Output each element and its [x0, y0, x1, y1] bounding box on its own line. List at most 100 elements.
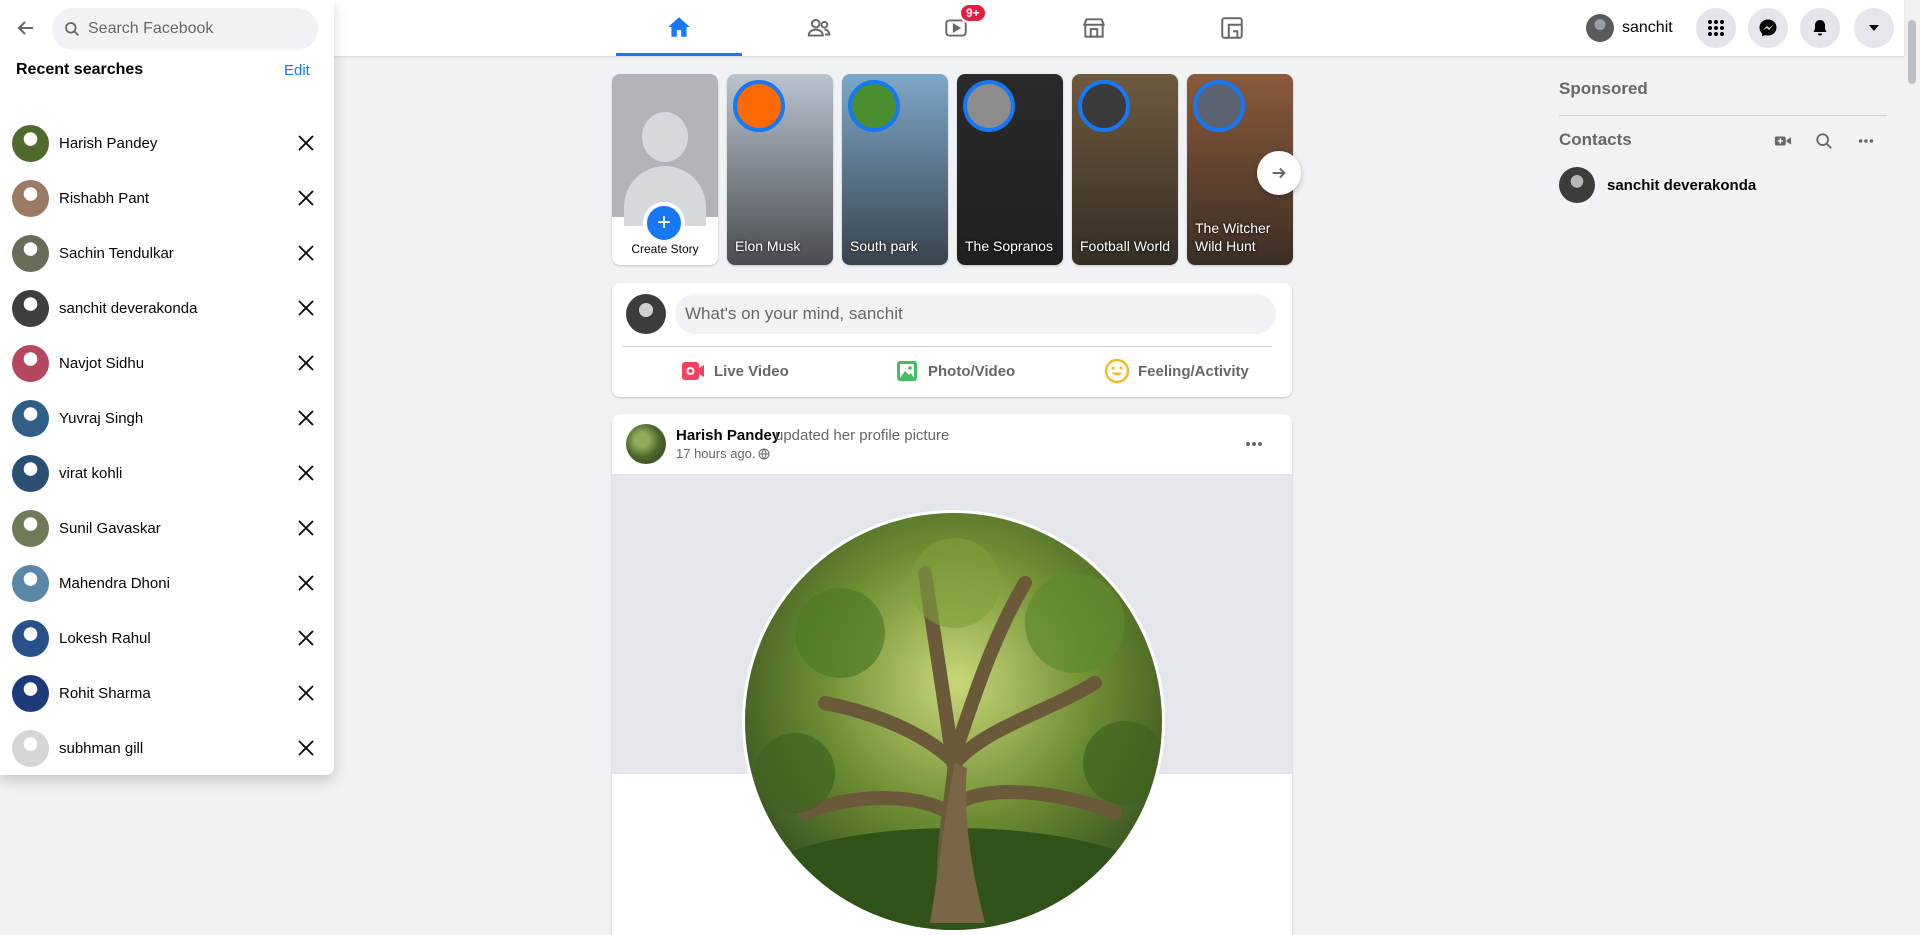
story-card[interactable]: The Sopranos — [957, 74, 1063, 265]
recent-search-name: Sunil Gavaskar — [59, 520, 161, 537]
grid-menu-icon — [1708, 20, 1724, 36]
tab-home[interactable] — [616, 0, 742, 56]
recent-searches-heading: Recent searches — [16, 61, 144, 78]
search-dropdown: Recent searches Edit Harish Pandey Rishab… — [0, 0, 334, 775]
create-story-placeholder — [612, 74, 718, 226]
messenger-button[interactable] — [1748, 8, 1788, 48]
avatar — [12, 345, 49, 382]
recent-search-name: Mahendra Dhoni — [59, 575, 170, 592]
close-icon — [298, 685, 314, 701]
post-options-button[interactable] — [1238, 428, 1270, 460]
photo-icon — [897, 361, 917, 381]
post-composer: What's on your mind, sanchit Live Video … — [612, 283, 1292, 397]
tab-gaming[interactable] — [1169, 0, 1295, 56]
recent-search-item[interactable]: Navjot Sidhu — [0, 336, 334, 391]
page-scrollbar[interactable] — [1904, 0, 1920, 935]
menu-button[interactable] — [1696, 8, 1736, 48]
remove-recent-button[interactable] — [292, 569, 320, 597]
live-video-button[interactable]: Live Video — [680, 355, 789, 387]
recent-search-item[interactable]: Lokesh Rahul — [0, 611, 334, 666]
close-icon — [298, 630, 314, 646]
search-field[interactable] — [52, 8, 318, 50]
story-label: The Sopranos — [965, 238, 1053, 254]
recent-search-item[interactable]: Sachin Tendulkar — [0, 226, 334, 281]
more-horizontal-icon — [1246, 442, 1262, 446]
profile-picture-image[interactable] — [742, 510, 1165, 933]
recent-search-name: Harish Pandey — [59, 135, 158, 152]
remove-recent-button[interactable] — [292, 184, 320, 212]
avatar[interactable] — [626, 294, 666, 334]
search-icon — [1816, 133, 1832, 149]
friends-icon — [807, 18, 831, 37]
story-card[interactable]: Football World — [1072, 74, 1178, 265]
remove-recent-button[interactable] — [292, 404, 320, 432]
post-timestamp[interactable]: 17 hours ago. — [676, 446, 770, 461]
placeholder-head — [642, 112, 688, 162]
avatar[interactable] — [626, 424, 666, 464]
recent-search-item[interactable]: Rohit Sharma — [0, 666, 334, 721]
live-video-label: Live Video — [714, 362, 789, 380]
story-card[interactable]: Elon Musk — [727, 74, 833, 265]
watch-notification-badge: 9+ — [959, 3, 987, 23]
search-contacts-button[interactable] — [1810, 127, 1838, 155]
avatar — [12, 620, 49, 657]
tab-watch[interactable]: 9+ — [893, 0, 1019, 56]
contact-name: sanchit deverakonda — [1607, 176, 1757, 194]
remove-recent-button[interactable] — [292, 349, 320, 377]
story-card[interactable]: South park — [842, 74, 948, 265]
recent-search-name: Sachin Tendulkar — [59, 245, 174, 262]
recent-search-item[interactable]: subhman gill — [0, 721, 334, 776]
home-icon — [668, 16, 690, 37]
edit-recent-link[interactable]: Edit — [284, 62, 310, 79]
live-video-icon — [682, 362, 704, 380]
contact-item[interactable]: sanchit deverakonda — [1552, 164, 1888, 206]
post-author[interactable]: Harish Pandey — [676, 427, 780, 444]
profile-chip[interactable]: sanchit — [1582, 10, 1681, 46]
remove-recent-button[interactable] — [292, 239, 320, 267]
remove-recent-button[interactable] — [292, 679, 320, 707]
recent-search-item[interactable]: Harish Pandey — [0, 116, 334, 171]
create-story-card[interactable]: + Create Story — [612, 74, 718, 265]
feed-post: Harish Pandey updated her profile pictur… — [612, 414, 1292, 935]
avatar — [12, 125, 49, 162]
close-icon — [298, 410, 314, 426]
scrollbar-thumb[interactable] — [1908, 20, 1916, 84]
recent-search-item[interactable]: Mahendra Dhoni — [0, 556, 334, 611]
gaming-icon — [1221, 17, 1243, 39]
back-button[interactable] — [10, 12, 42, 44]
more-horizontal-icon — [1858, 139, 1874, 143]
messenger-icon — [1759, 19, 1777, 37]
stories-next-button[interactable] — [1257, 151, 1301, 195]
story-label: Football World — [1080, 238, 1171, 254]
avatar — [12, 180, 49, 217]
remove-recent-button[interactable] — [292, 294, 320, 322]
feeling-activity-button[interactable]: Feeling/Activity — [1104, 355, 1249, 387]
remove-recent-button[interactable] — [292, 624, 320, 652]
notifications-button[interactable] — [1800, 8, 1840, 48]
search-input[interactable] — [88, 20, 288, 38]
remove-recent-button[interactable] — [292, 734, 320, 762]
recent-search-item[interactable]: Sunil Gavaskar — [0, 501, 334, 556]
account-menu-button[interactable] — [1854, 8, 1894, 48]
post-time-text: 17 hours ago. — [676, 446, 756, 461]
remove-recent-button[interactable] — [292, 514, 320, 542]
recent-search-item[interactable]: Rishabh Pant — [0, 171, 334, 226]
tab-friends[interactable] — [756, 0, 882, 56]
tab-marketplace[interactable] — [1031, 0, 1157, 56]
contacts-options-button[interactable] — [1852, 127, 1880, 155]
remove-recent-button[interactable] — [292, 129, 320, 157]
recent-search-item[interactable]: sanchit deverakonda — [0, 281, 334, 336]
composer-input[interactable]: What's on your mind, sanchit — [675, 294, 1276, 334]
globe-icon — [758, 448, 770, 460]
photo-video-label: Photo/Video — [928, 362, 1016, 380]
remove-recent-button[interactable] — [292, 459, 320, 487]
profile-chip-name: sanchit — [1622, 19, 1673, 36]
arrow-right-icon — [1272, 167, 1286, 179]
new-room-button[interactable] — [1769, 127, 1797, 155]
recent-search-item[interactable]: Yuvraj Singh — [0, 391, 334, 446]
video-camera-icon — [1774, 136, 1792, 146]
avatar — [12, 675, 49, 712]
photo-video-button[interactable]: Photo/Video — [894, 355, 1015, 387]
close-icon — [298, 740, 314, 756]
recent-search-item[interactable]: virat kohli — [0, 446, 334, 501]
